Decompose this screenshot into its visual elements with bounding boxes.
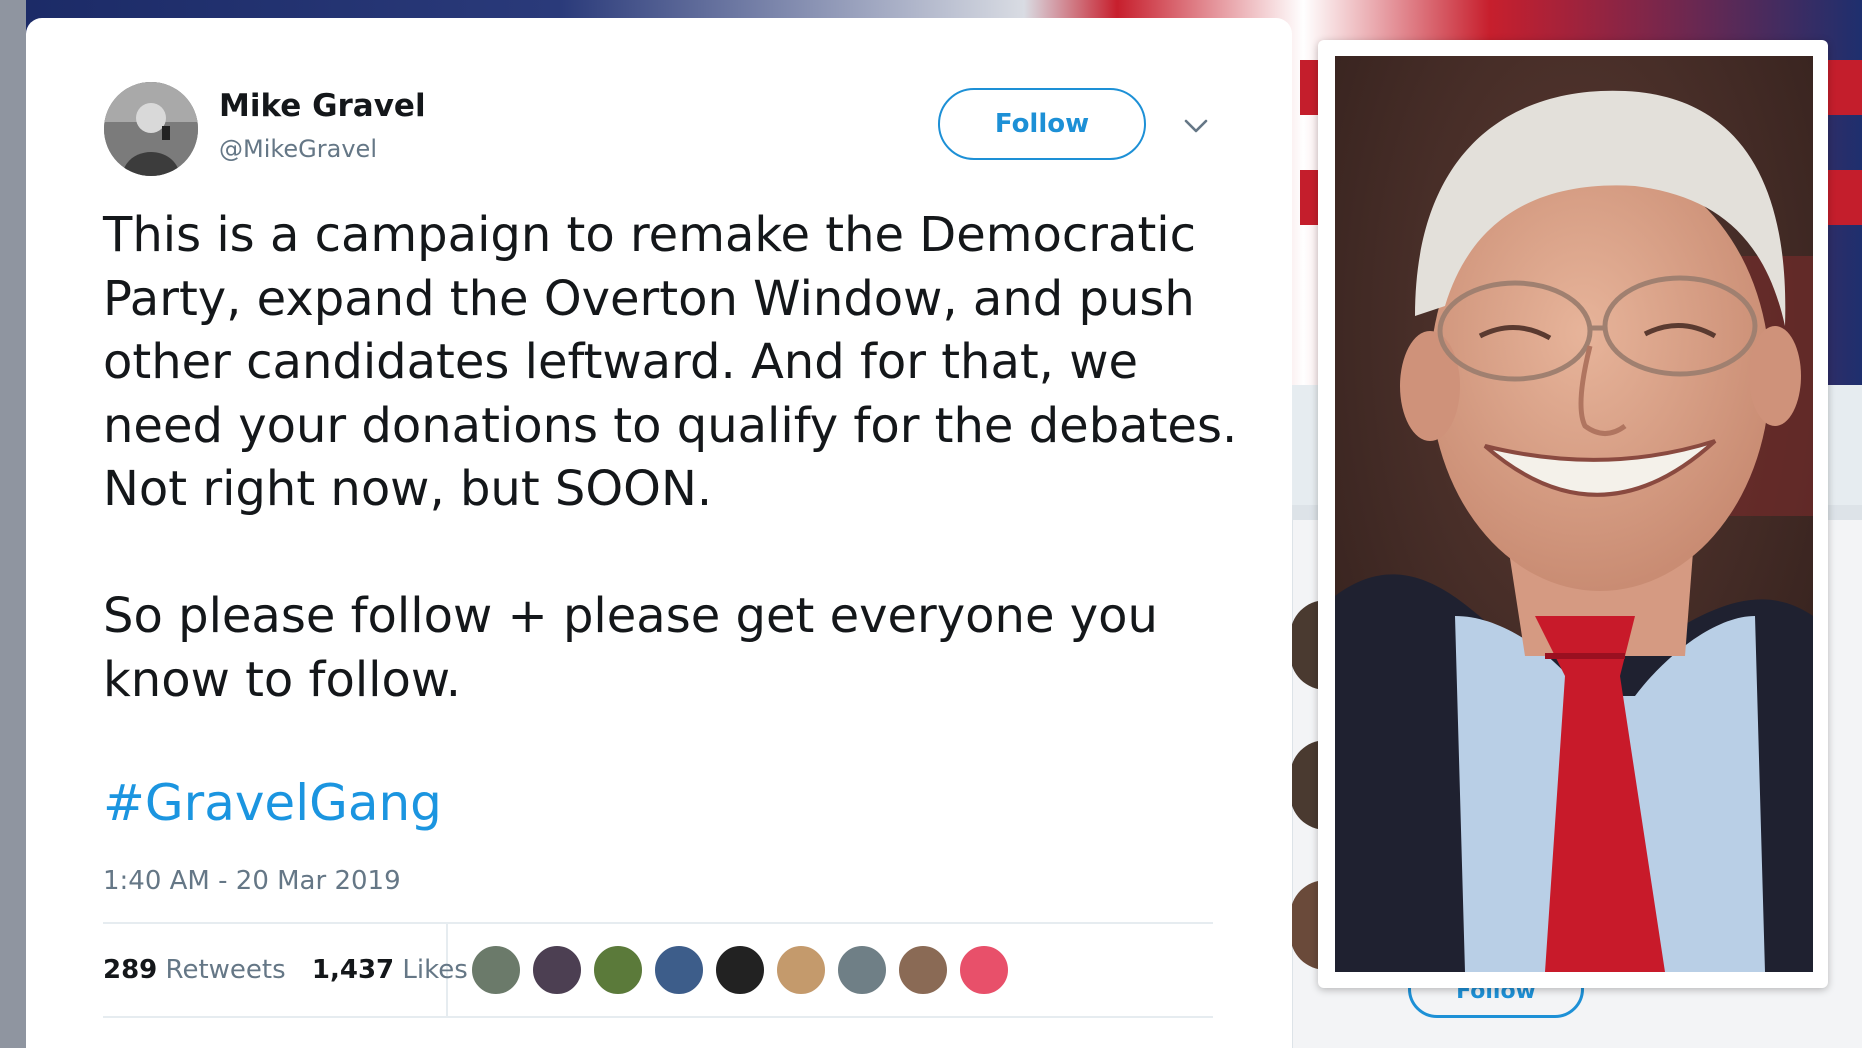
liker-avatar[interactable]: [958, 944, 1010, 996]
liker-avatar[interactable]: [714, 944, 766, 996]
tweet-paragraph: So please follow + please get everyone y…: [103, 588, 1158, 708]
portrait-photo: [1335, 56, 1813, 972]
divider: [103, 1016, 1213, 1018]
retweet-label: Retweets: [165, 955, 286, 985]
author-avatar[interactable]: [104, 82, 198, 176]
background-edge: [0, 0, 26, 1048]
like-stat[interactable]: 1,437 Likes: [312, 955, 468, 985]
divider: [103, 922, 1213, 924]
chevron-down-icon[interactable]: [1183, 113, 1209, 139]
author-name[interactable]: Mike Gravel: [219, 88, 426, 124]
author-handle[interactable]: @MikeGravel: [219, 135, 377, 163]
tweet-stats: 289 Retweets 1,437 Likes: [103, 955, 486, 985]
liker-avatar[interactable]: [775, 944, 827, 996]
liker-avatar[interactable]: [531, 944, 583, 996]
liker-avatar[interactable]: [653, 944, 705, 996]
portrait-image: [1335, 56, 1813, 972]
retweet-count: 289: [103, 955, 158, 985]
liker-avatar[interactable]: [897, 944, 949, 996]
follow-button[interactable]: Follow: [938, 88, 1146, 160]
hashtag-link[interactable]: #GravelGang: [103, 774, 442, 832]
like-label: Likes: [402, 955, 468, 985]
liker-avatar[interactable]: [836, 944, 888, 996]
liker-avatars: [470, 944, 1010, 996]
tweet-paragraph: This is a campaign to remake the Democra…: [103, 207, 1238, 517]
author-photo: [104, 82, 198, 176]
liker-avatar[interactable]: [592, 944, 644, 996]
retweet-stat[interactable]: 289 Retweets: [103, 955, 286, 985]
tweet-timestamp[interactable]: 1:40 AM - 20 Mar 2019: [103, 866, 401, 896]
like-count: 1,437: [311, 955, 395, 985]
liker-avatar[interactable]: [470, 944, 522, 996]
tweet-text: This is a campaign to remake the Democra…: [103, 204, 1243, 712]
